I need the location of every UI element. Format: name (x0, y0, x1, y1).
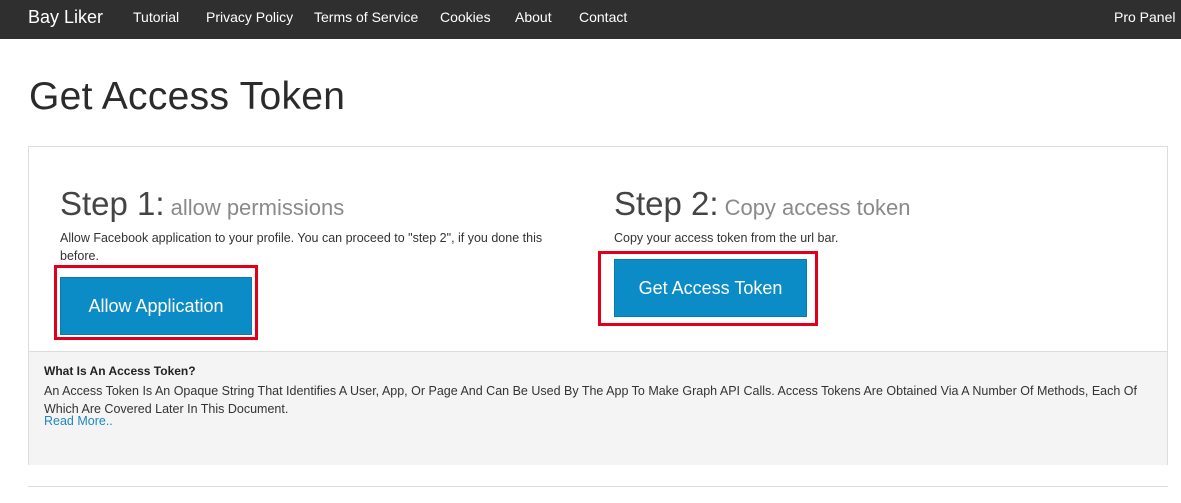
step-1-subtitle: allow permissions (170, 195, 345, 220)
step-2-subtitle: Copy access token (724, 195, 911, 220)
nav-item-contact[interactable]: Contact (579, 0, 627, 35)
nav-item-cookies[interactable]: Cookies (440, 0, 491, 35)
brand-logo[interactable]: Bay Liker (28, 0, 103, 35)
nav-item-terms-of-service[interactable]: Terms of Service (314, 0, 418, 35)
read-more-link[interactable]: Read More.. (44, 414, 113, 428)
step-2-heading: Step 2: Copy access token (614, 185, 910, 223)
nav-item-pro-panel[interactable]: Pro Panel (1114, 0, 1175, 35)
step-1-number: Step 1: (60, 185, 165, 222)
access-token-info-box: What Is An Access Token? An Access Token… (29, 351, 1167, 465)
step-2-number: Step 2: (614, 185, 719, 222)
nav-item-tutorial[interactable]: Tutorial (133, 0, 179, 35)
info-title: What Is An Access Token? (44, 364, 196, 378)
allow-application-button[interactable]: Allow Application (60, 277, 252, 335)
top-navbar: Bay Liker Tutorial Privacy Policy Terms … (0, 0, 1181, 39)
info-text: An Access Token Is An Opaque String That… (44, 384, 1137, 416)
step-2-description: Copy your access token from the url bar. (614, 231, 839, 245)
nav-item-about[interactable]: About (515, 0, 552, 35)
step-1-description: Allow Facebook application to your profi… (60, 231, 543, 263)
get-access-token-button[interactable]: Get Access Token (614, 259, 807, 317)
nav-item-privacy-policy[interactable]: Privacy Policy (206, 0, 293, 35)
bottom-divider (28, 486, 1168, 487)
access-token-panel: Step 1: allow permissions Allow Facebook … (28, 146, 1168, 465)
step-1-heading: Step 1: allow permissions (60, 185, 344, 223)
page-title: Get Access Token (29, 75, 346, 118)
